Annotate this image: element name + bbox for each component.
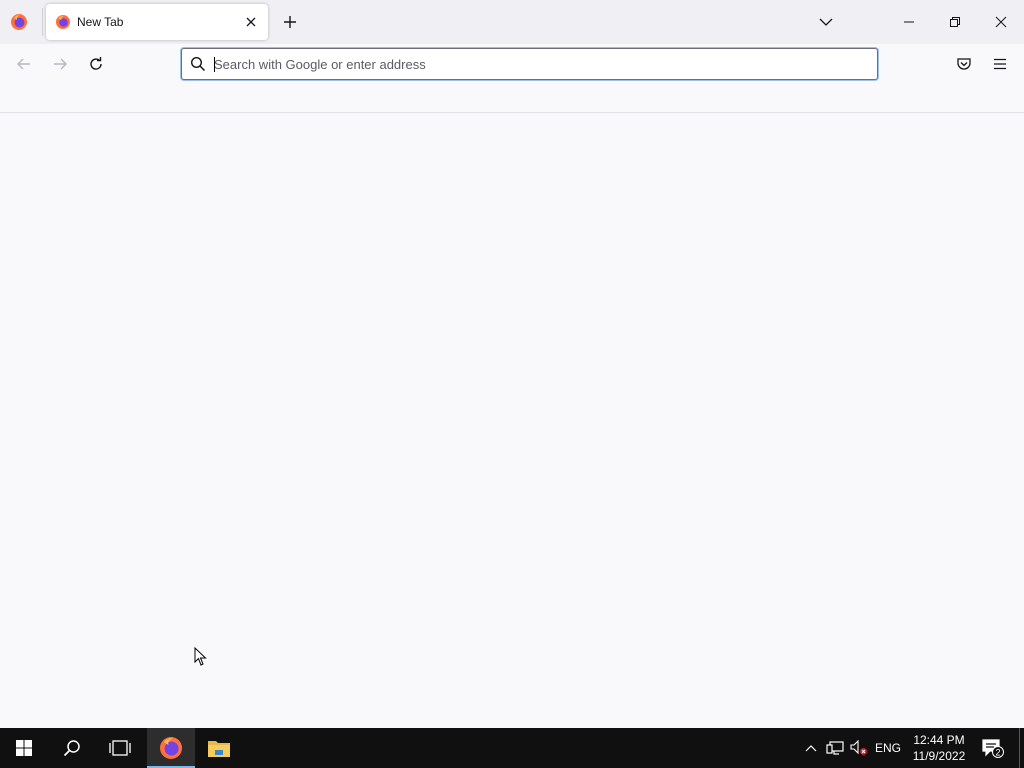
close-window-button[interactable] — [978, 0, 1024, 44]
firefox-favicon-icon — [56, 15, 70, 29]
volume-muted-icon — [850, 740, 867, 755]
task-view-icon — [109, 740, 131, 756]
arrow-right-icon — [54, 58, 67, 70]
search-icon — [63, 740, 80, 757]
mouse-cursor-icon — [194, 647, 207, 666]
pocket-icon — [957, 58, 971, 70]
pocket-button[interactable] — [952, 52, 976, 76]
network-icon — [826, 741, 844, 755]
minimize-button[interactable] — [886, 0, 932, 44]
arrow-left-icon — [17, 58, 30, 70]
start-button[interactable] — [0, 728, 48, 768]
tab-close-button[interactable] — [242, 13, 260, 31]
taskbar-firefox-button[interactable] — [147, 728, 195, 768]
windows-taskbar: ENG 12:44 PM 11/9/2022 2 — [0, 728, 1024, 768]
taskbar-file-explorer-button[interactable] — [195, 728, 243, 768]
input-language-button[interactable]: ENG — [872, 728, 904, 768]
search-icon — [190, 56, 206, 72]
address-input[interactable] — [214, 54, 854, 74]
close-icon — [246, 17, 256, 27]
tab-strip: New Tab — [0, 0, 1024, 44]
taskbar-search-button[interactable] — [48, 728, 96, 768]
show-hidden-icons-button[interactable] — [800, 728, 822, 768]
navigation-toolbar — [0, 44, 1024, 84]
firefox-window: New Tab — [0, 0, 1024, 728]
minimize-icon — [904, 21, 914, 23]
volume-button[interactable] — [848, 728, 870, 768]
page-content[interactable] — [0, 113, 1024, 728]
restore-icon — [950, 17, 960, 27]
address-bar[interactable] — [181, 48, 878, 80]
app-menu-button[interactable] — [988, 52, 1012, 76]
list-all-tabs-button[interactable] — [814, 10, 838, 34]
notification-count: 2 — [995, 748, 1000, 758]
new-tab-button[interactable] — [278, 10, 302, 34]
reload-button[interactable] — [84, 52, 108, 76]
clock-date: 11/9/2022 — [912, 749, 966, 763]
task-view-button[interactable] — [96, 728, 144, 768]
close-icon — [995, 16, 1007, 28]
network-status-button[interactable] — [824, 728, 846, 768]
clock-time: 12:44 PM — [913, 733, 965, 747]
windows-logo-icon — [16, 740, 32, 756]
tab-separator — [42, 8, 43, 36]
chevron-up-icon — [805, 745, 817, 752]
notification-icon: 2 — [982, 739, 1004, 758]
firefox-menu-icon[interactable] — [10, 13, 28, 31]
reload-icon — [90, 57, 102, 70]
plus-icon — [284, 16, 296, 28]
hamburger-menu-icon — [994, 58, 1006, 70]
chevron-down-icon — [819, 18, 833, 26]
tab-new-tab[interactable]: New Tab — [46, 4, 268, 40]
forward-button[interactable] — [48, 52, 72, 76]
action-center-button[interactable]: 2 — [976, 728, 1010, 768]
folder-icon — [208, 741, 230, 757]
show-desktop-button[interactable] — [1019, 728, 1020, 768]
text-caret — [214, 57, 215, 72]
tab-title: New Tab — [77, 15, 124, 29]
restore-button[interactable] — [932, 0, 978, 44]
firefox-icon — [160, 737, 182, 759]
back-button[interactable] — [12, 52, 36, 76]
clock-button[interactable]: 12:44 PM 11/9/2022 — [906, 728, 972, 768]
